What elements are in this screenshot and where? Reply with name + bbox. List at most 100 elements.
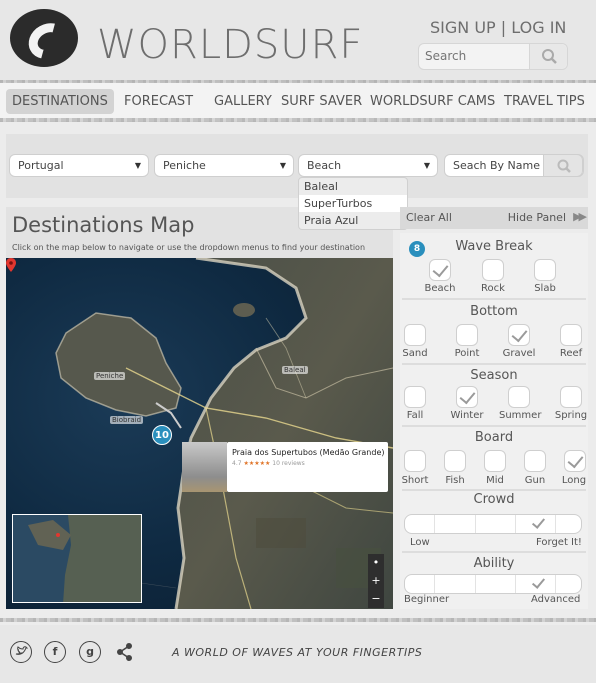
region-select[interactable]: Peniche ▼ (154, 154, 294, 177)
dropdown-option-highlighted[interactable]: SuperTurbos (299, 195, 407, 212)
map-cluster-badge[interactable]: 10 (152, 425, 172, 445)
footer: f g A WORLD OF WAVES AT YOUR FINGERTIPS (0, 625, 596, 683)
checkbox-fish[interactable] (444, 450, 466, 472)
ability-title: Ability (473, 556, 515, 571)
wave-logo-icon (22, 16, 74, 66)
label-gun: Gun (524, 475, 546, 486)
board-title: Board (474, 430, 514, 445)
country-value: Portugal (18, 159, 64, 172)
zoom-out-button[interactable]: − (368, 590, 384, 608)
nav-surf-saver[interactable]: SURF SAVER (275, 89, 368, 114)
name-search-button[interactable] (543, 154, 583, 177)
label-mid: Mid (486, 475, 504, 486)
nav-worldsurf-cams[interactable]: WORLDSURF CAMS (364, 89, 501, 114)
crowd-title: Crowd (473, 492, 515, 507)
slider-tick (555, 575, 556, 593)
star-rating-icon: ★★★★★ (243, 460, 271, 467)
section-divider (402, 551, 586, 553)
share-icon[interactable] (114, 641, 136, 663)
auth-separator: | (500, 18, 507, 37)
checkbox-summer[interactable] (508, 386, 530, 408)
logo[interactable] (10, 9, 78, 67)
checkbox-gravel[interactable] (508, 324, 530, 346)
slider-tick (475, 575, 476, 593)
googleplus-icon[interactable]: g (79, 641, 101, 663)
ability-min-label: Beginner (404, 594, 450, 605)
signup-link[interactable]: SIGN UP (430, 18, 496, 37)
checkbox-short[interactable] (404, 450, 426, 472)
checkbox-point[interactable] (456, 324, 478, 346)
nav-forecast[interactable]: FORECAST (118, 89, 199, 114)
popup-rating-value: 4.7 (232, 460, 242, 467)
name-search-field[interactable]: Seach By Name (444, 154, 584, 177)
section-divider (402, 489, 586, 491)
popup-thumbnail (182, 442, 227, 492)
checkbox-spring[interactable] (560, 386, 582, 408)
double-arrow-right-icon[interactable]: ▶▶ (573, 210, 587, 223)
spot-popup[interactable]: Praia dos Supertubos (Medão Grande) 4.7 … (227, 442, 388, 492)
section-divider (402, 425, 586, 427)
active-filter-count-badge: 8 (409, 241, 425, 257)
login-link[interactable]: LOG IN (511, 18, 566, 37)
search-button[interactable] (529, 44, 567, 69)
facebook-icon[interactable]: f (44, 641, 66, 663)
nav-divider (0, 118, 596, 122)
hide-panel-button[interactable]: Hide Panel (508, 211, 566, 224)
checkbox-gun[interactable] (524, 450, 546, 472)
bottom-title: Bottom (470, 304, 518, 319)
slider-tick (434, 515, 435, 533)
slider-tick (555, 515, 556, 533)
country-select[interactable]: Portugal ▼ (9, 154, 149, 177)
chevron-down-icon: ▼ (423, 161, 430, 170)
ability-slider[interactable] (404, 574, 582, 594)
checkbox-mid[interactable] (484, 450, 506, 472)
label-point: Point (454, 348, 480, 359)
label-long: Long (561, 475, 587, 486)
checkbox-sand[interactable] (404, 324, 426, 346)
filter-bar: Portugal ▼ Peniche ▼ Beach ▼ Seach By Name (6, 134, 588, 198)
footer-tagline: A WORLD OF WAVES AT YOUR FINGERTIPS (172, 646, 423, 659)
zoom-controls: • + − (368, 554, 384, 608)
spot-type-select[interactable]: Beach ▼ (298, 154, 438, 177)
label-spring: Spring (554, 410, 588, 421)
map-label-baleal: Baleal (282, 366, 308, 374)
check-icon (531, 575, 545, 589)
twitter-icon[interactable] (10, 641, 32, 663)
minimap[interactable] (12, 514, 142, 603)
satellite-map[interactable]: Peniche Baleal Biobraid 10 Praia dos Sup… (6, 258, 393, 609)
map-label-peniche: Peniche (94, 372, 126, 380)
section-divider (402, 298, 586, 300)
zoom-in-button[interactable]: + (368, 572, 384, 590)
crowd-slider[interactable] (404, 514, 582, 534)
label-summer: Summer (499, 410, 542, 421)
search-input[interactable] (425, 49, 525, 63)
spot-type-value: Beach (307, 159, 342, 172)
clear-all-button[interactable]: Clear All (406, 211, 452, 224)
label-gravel: Gravel (502, 348, 536, 359)
slider-tick (515, 575, 516, 593)
nav-destinations[interactable]: DESTINATIONS (6, 89, 114, 114)
checkbox-winter[interactable] (456, 386, 478, 408)
recenter-button[interactable]: • (368, 554, 384, 572)
label-reef: Reef (559, 348, 583, 359)
checkbox-fall[interactable] (404, 386, 426, 408)
nav-gallery[interactable]: GALLERY (208, 89, 278, 114)
filter-panel-header: Clear All Hide Panel ▶▶ (400, 207, 588, 229)
map-pin-icon[interactable] (6, 258, 16, 272)
label-fish: Fish (445, 475, 465, 486)
checkbox-long[interactable] (564, 450, 586, 472)
header: WORLDSURF SIGN UP | LOG IN (0, 0, 596, 82)
label-slab: Slab (534, 283, 556, 294)
slider-tick (475, 515, 476, 533)
checkbox-reef[interactable] (560, 324, 582, 346)
dropdown-option[interactable]: Baleal (299, 178, 407, 195)
main-nav: DESTINATIONS FORECAST GALLERY SURF SAVER… (0, 83, 596, 121)
check-icon (531, 515, 545, 529)
label-fall: Fall (406, 410, 424, 421)
checkbox-beach[interactable] (429, 259, 451, 281)
nav-travel-tips[interactable]: TRAVEL TIPS (498, 89, 591, 114)
checkbox-slab[interactable] (534, 259, 556, 281)
spot-dropdown-menu: Baleal SuperTurbos Praia Azul (298, 177, 408, 230)
dropdown-option[interactable]: Praia Azul (299, 212, 407, 229)
checkbox-rock[interactable] (482, 259, 504, 281)
